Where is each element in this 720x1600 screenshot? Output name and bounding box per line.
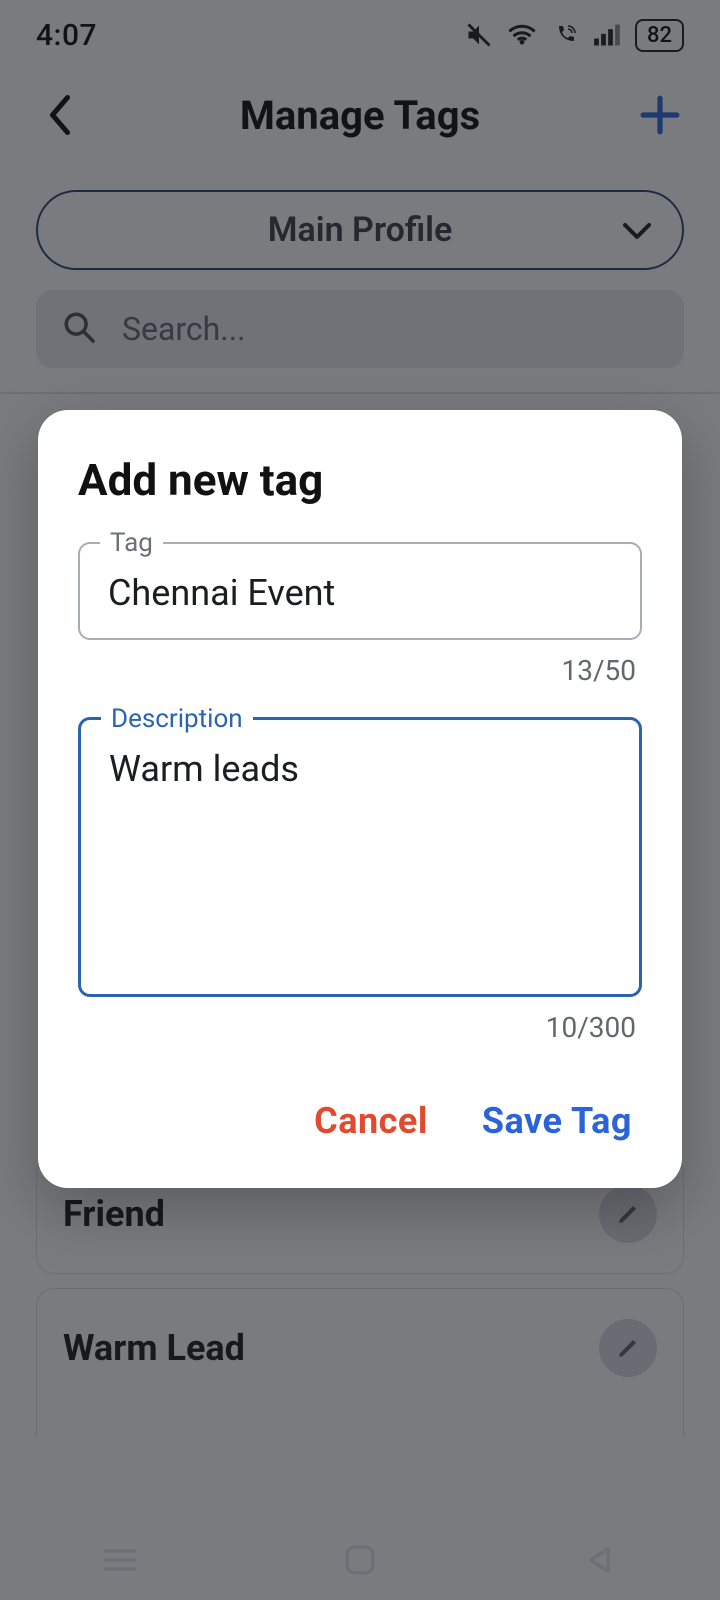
description-value: Warm leads (109, 748, 611, 972)
cancel-button[interactable]: Cancel (314, 1100, 428, 1142)
tag-name-field[interactable]: Tag Chennai Event (78, 542, 642, 640)
tag-name-value: Chennai Event (108, 572, 612, 616)
description-counter: 10/300 (78, 1011, 636, 1044)
description-label: Description (101, 704, 253, 734)
add-tag-modal: Add new tag Tag Chennai Event 13/50 Desc… (38, 410, 682, 1188)
modal-title: Add new tag (78, 454, 642, 506)
modal-actions: Cancel Save Tag (78, 1100, 642, 1142)
tag-name-label: Tag (100, 528, 163, 558)
description-field[interactable]: Description Warm leads (78, 717, 642, 997)
save-tag-button[interactable]: Save Tag (482, 1100, 632, 1142)
tag-name-counter: 13/50 (78, 654, 636, 687)
